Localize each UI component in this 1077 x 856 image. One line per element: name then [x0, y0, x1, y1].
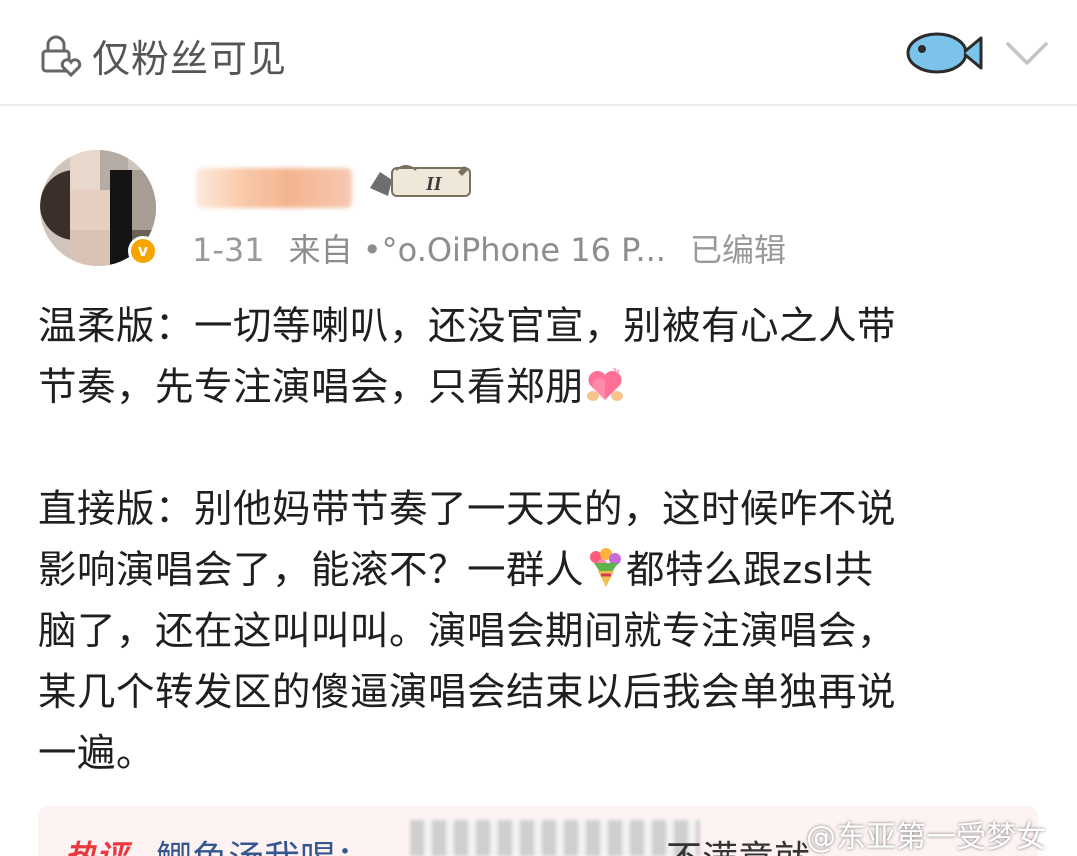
heart-hands-emoji-icon — [587, 367, 624, 401]
hot-comment-text: 不满意就 — [666, 830, 810, 856]
post-source[interactable]: 来自 •°o.OiPhone 16 P... — [289, 231, 666, 269]
visibility-label: 仅粉丝可见 — [92, 37, 288, 81]
lock-heart-icon — [41, 35, 82, 77]
edited-label[interactable]: 已编辑 — [690, 231, 786, 269]
post-body: 温柔版：一切等喇叭，还没官宣，别被有心之人带 节奏，先专注演唱会，只看郑朋 直接… — [38, 296, 1048, 784]
hot-comment-redacted — [410, 820, 700, 856]
top-bar: 仅粉丝可见 — [0, 0, 1077, 106]
text-line: 影响演唱会了，能滚不？一群人 都特么跟zsl共 — [38, 540, 1048, 601]
fish-icon[interactable] — [905, 28, 983, 78]
visibility-indicator: 仅粉丝可见 — [38, 28, 287, 83]
text-segment: 节奏，先专注演唱会，只看郑朋 — [38, 365, 585, 410]
bouquet-emoji-icon — [590, 548, 622, 587]
hot-comment-author[interactable]: 鲫鱼汤我喝： — [156, 830, 372, 856]
watermark: @东亚第一受梦女 — [806, 820, 1046, 855]
chevron-down-icon[interactable] — [1004, 36, 1050, 70]
text-line: 温柔版：一切等喇叭，还没官宣，别被有心之人带 — [38, 304, 897, 349]
text-line: 直接版：别他妈带节奏了一天天的，这时候咋不说 — [38, 487, 897, 532]
text-line: 某几个转发区的傻逼演唱会结束以后我会单独再说 — [38, 670, 897, 715]
post-date: 1-31 — [192, 231, 265, 269]
fan-medal-icon: II — [370, 165, 471, 197]
svg-text:II: II — [425, 173, 443, 195]
verified-badge-icon: v — [128, 236, 158, 266]
hot-comment-badge: 热评 — [64, 832, 128, 856]
text-segment: 影响演唱会了，能滚不？一群人 — [38, 548, 585, 593]
post-meta: 1-31 来自 •°o.OiPhone 16 P... 已编辑 — [192, 225, 810, 271]
text-segment: 都特么跟zsl共 — [626, 548, 874, 593]
username-redacted[interactable] — [196, 168, 352, 208]
text-line: 一遍。 — [38, 731, 156, 776]
text-line: 节奏，先专注演唱会，只看郑朋 — [38, 357, 1048, 418]
text-line: 脑了，还在这叫叫叫。演唱会期间就专注演唱会， — [38, 609, 897, 654]
